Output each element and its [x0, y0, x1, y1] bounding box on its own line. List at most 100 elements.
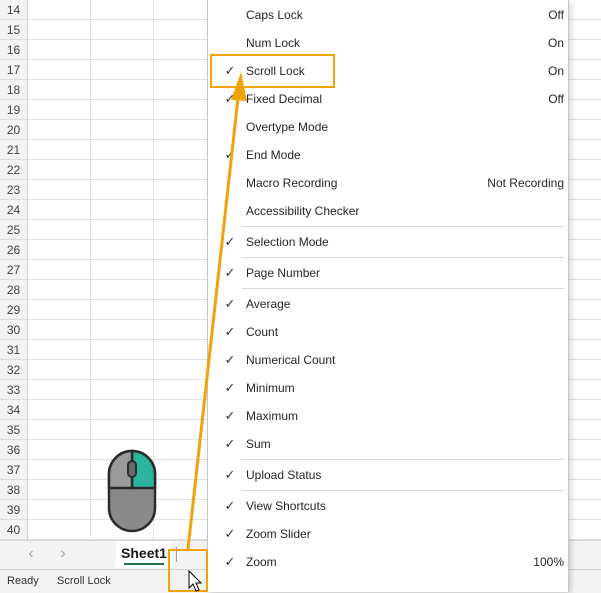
row-header[interactable]: 30 — [0, 320, 27, 340]
row-header[interactable]: 40 — [0, 520, 27, 540]
check-icon: ✓ — [224, 265, 236, 280]
check-icon: ✓ — [224, 352, 236, 367]
row-header[interactable]: 27 — [0, 260, 27, 280]
check-icon: ✓ — [224, 498, 236, 513]
check-icon: ✓ — [224, 380, 236, 395]
menu-item-macro-recording[interactable]: ✓Macro RecordingNot Recording — [208, 170, 568, 196]
menu-item-count[interactable]: ✓ Count — [208, 319, 568, 345]
menu-item-label: End Mode — [246, 148, 301, 162]
menu-item-label: Fixed Decimal — [246, 92, 323, 106]
menu-item-sum[interactable]: ✓ Sum — [208, 431, 568, 457]
row-header[interactable]: 25 — [0, 220, 27, 240]
column-divider — [90, 0, 91, 540]
menu-item-label: Upload Status — [246, 468, 322, 482]
prev-sheet-button[interactable]: ‹ — [22, 545, 40, 563]
row-header[interactable]: 31 — [0, 340, 27, 360]
menu-item-numerical-count[interactable]: ✓ Numerical Count — [208, 347, 568, 373]
menu-item-value: Off — [548, 92, 564, 106]
menu-item-value: Not Recording — [487, 176, 564, 190]
row-header[interactable]: 19 — [0, 100, 27, 120]
check-icon: ✓ — [224, 324, 236, 339]
status-scroll-lock: Scroll Lock — [57, 575, 111, 587]
row-header[interactable]: 35 — [0, 420, 27, 440]
row-header[interactable]: 20 — [0, 120, 27, 140]
row-header[interactable]: 18 — [0, 80, 27, 100]
menu-item-label: Overtype Mode — [246, 120, 329, 134]
menu-item-label: Numerical Count — [246, 353, 336, 367]
row-header[interactable]: 39 — [0, 500, 27, 520]
mouse-icon — [107, 449, 157, 533]
menu-item-minimum[interactable]: ✓ Minimum — [208, 375, 568, 401]
menu-item-label: Accessibility Checker — [246, 204, 360, 218]
row-headers: 14 15 16 17 18 19 20 21 22 23 24 25 26 2… — [0, 0, 28, 540]
menu-item-label: Selection Mode — [246, 235, 329, 249]
menu-item-upload-status[interactable]: ✓ Upload Status — [208, 462, 568, 488]
check-icon: ✓ — [224, 554, 236, 569]
menu-item-label: Average — [246, 297, 291, 311]
check-icon: ✓ — [224, 526, 236, 541]
row-header[interactable]: 21 — [0, 140, 27, 160]
menu-item-label: Minimum — [246, 381, 295, 395]
menu-item-accessibility-checker[interactable]: ✓Accessibility Checker — [208, 198, 568, 224]
menu-item-page-number[interactable]: ✓ Page Number — [208, 260, 568, 286]
row-header[interactable]: 32 — [0, 360, 27, 380]
menu-item-label: Macro Recording — [246, 176, 338, 190]
menu-separator — [242, 257, 564, 258]
menu-item-caps-lock[interactable]: ✓Caps LockOff — [208, 2, 568, 28]
check-icon: ✓ — [224, 296, 236, 311]
menu-item-label: Zoom — [246, 555, 277, 569]
menu-item-label: Page Number — [246, 266, 321, 280]
menu-item-fixed-decimal[interactable]: ✓ Fixed Decimal Off — [208, 86, 568, 112]
row-header[interactable]: 26 — [0, 240, 27, 260]
row-header[interactable]: 37 — [0, 460, 27, 480]
check-icon: ✓ — [224, 91, 236, 106]
menu-item-label: Zoom Slider — [246, 527, 311, 541]
row-header[interactable]: 24 — [0, 200, 27, 220]
row-header[interactable]: 33 — [0, 380, 27, 400]
check-icon: ✓ — [224, 234, 236, 249]
menu-item-end-mode[interactable]: ✓ End Mode — [208, 142, 568, 168]
row-header[interactable]: 38 — [0, 480, 27, 500]
row-header[interactable]: 28 — [0, 280, 27, 300]
status-ready: Ready — [7, 575, 39, 587]
menu-item-overtype-mode[interactable]: ✓Overtype Mode — [208, 114, 568, 140]
sheet-tab[interactable]: Sheet1 — [116, 541, 172, 568]
menu-separator — [242, 288, 564, 289]
active-tab-underline — [124, 563, 164, 565]
check-icon: ✓ — [224, 147, 236, 162]
check-icon: ✓ — [224, 436, 236, 451]
row-header[interactable]: 36 — [0, 440, 27, 460]
menu-item-label: Num Lock — [246, 36, 301, 50]
menu-item-maximum[interactable]: ✓ Maximum — [208, 403, 568, 429]
menu-item-average[interactable]: ✓ Average — [208, 291, 568, 317]
row-header[interactable]: 34 — [0, 400, 27, 420]
menu-item-value: 100% — [533, 555, 564, 569]
row-header[interactable]: 16 — [0, 40, 27, 60]
row-header[interactable]: 14 — [0, 0, 27, 20]
menu-item-view-shortcuts[interactable]: ✓ View Shortcuts — [208, 493, 568, 519]
menu-item-value: On — [547, 36, 564, 50]
menu-separator — [242, 226, 564, 227]
row-header[interactable]: 29 — [0, 300, 27, 320]
menu-item-value: Off — [548, 8, 564, 22]
menu-item-label: Caps Lock — [246, 8, 303, 22]
menu-item-num-lock[interactable]: ✓Num LockOn — [208, 30, 568, 56]
menu-item-label: Maximum — [246, 409, 299, 423]
menu-item-label: Sum — [246, 437, 271, 451]
menu-separator — [242, 459, 564, 460]
menu-item-label: Count — [246, 325, 279, 339]
menu-item-value: On — [547, 64, 564, 78]
menu-separator — [242, 490, 564, 491]
menu-item-selection-mode[interactable]: ✓ Selection Mode — [208, 229, 568, 255]
menu-item-zoom-slider[interactable]: ✓ Zoom Slider — [208, 521, 568, 547]
status-bar-context-menu: ✓Caps LockOff✓Num LockOn✓Scroll LockOn✓F… — [207, 0, 569, 592]
row-header[interactable]: 15 — [0, 20, 27, 40]
next-sheet-button[interactable]: › — [54, 545, 72, 563]
menu-item-zoom[interactable]: ✓ Zoom 100% — [208, 549, 568, 575]
row-header[interactable]: 22 — [0, 160, 27, 180]
row-header[interactable]: 23 — [0, 180, 27, 200]
sheet-tab-label: Sheet1 — [121, 545, 167, 561]
scroll-lock-highlight — [210, 54, 335, 88]
row-header[interactable]: 17 — [0, 60, 27, 80]
menu-item-label: View Shortcuts — [246, 499, 326, 513]
